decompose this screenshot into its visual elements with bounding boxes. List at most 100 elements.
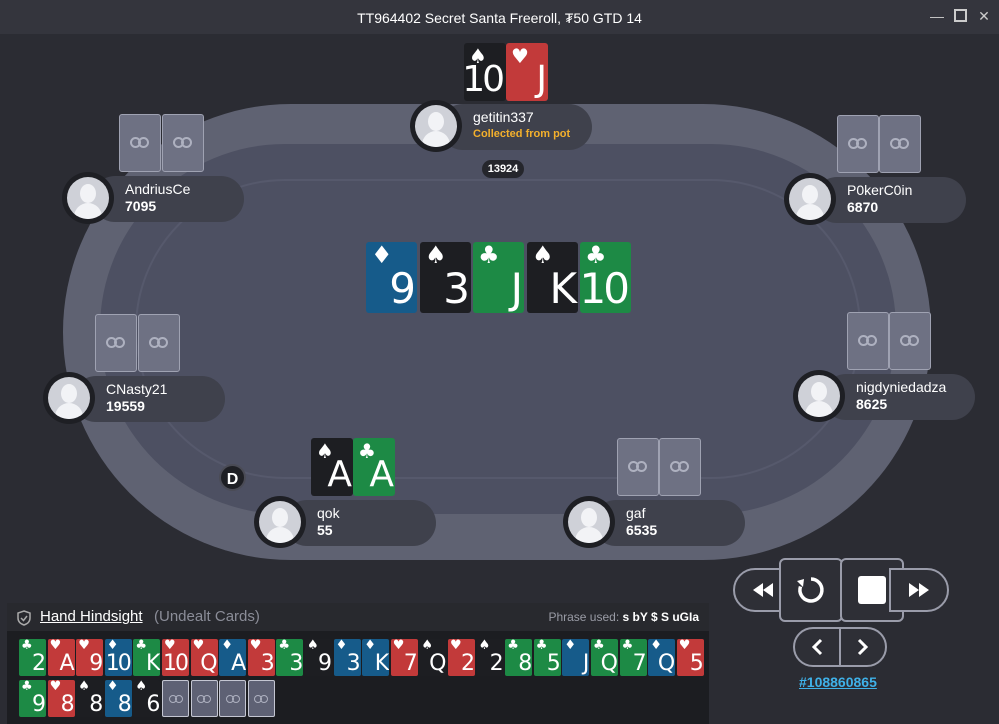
window-title: TT964402 Secret Santa Freeroll, ₮50 GTD … xyxy=(357,10,642,26)
card-rank: A xyxy=(59,651,75,676)
player-stack: 6870 xyxy=(847,199,879,215)
seat-plate xyxy=(284,500,436,546)
board-card: ♠ K xyxy=(527,242,578,313)
card-suit: ♣ xyxy=(278,639,291,653)
card-rank: 9 xyxy=(89,651,103,676)
replay-button[interactable] xyxy=(779,558,843,622)
card-rank: 2 xyxy=(32,651,46,676)
card-rank: 3 xyxy=(346,651,361,676)
seat-gaf[interactable]: gaf 6535 xyxy=(563,496,745,548)
game-stage: ♠ 10 ♥ J getitin337 Collected from pot 139… xyxy=(0,34,999,724)
card-suit: ♣ xyxy=(507,639,519,653)
card-suit: ♣ xyxy=(21,680,33,694)
undealt-card: ♦ 3 xyxy=(333,639,361,676)
player-stack: 8625 xyxy=(856,396,888,412)
step-forward-icon xyxy=(857,638,869,656)
card-suit: ♠ xyxy=(478,639,491,653)
felt-line xyxy=(135,179,861,479)
replay-icon xyxy=(797,577,824,603)
card-suit: ♥ xyxy=(392,639,405,653)
card-back xyxy=(95,314,137,372)
undealt-card: ♥ 7 xyxy=(390,639,418,676)
card-rank: 8 xyxy=(60,692,75,717)
step-back-button[interactable] xyxy=(793,627,841,667)
undealt-card: ♦ 10 xyxy=(104,639,132,676)
undealt-card: ♦ Q xyxy=(648,639,676,676)
card-rank: 10 xyxy=(105,651,132,676)
board-card: ♣ 10 xyxy=(580,242,631,313)
step-back-icon xyxy=(811,638,823,656)
seat-andriusce[interactable]: AndriusCe 7095 xyxy=(62,172,244,224)
board-card: ♣ J xyxy=(473,242,524,313)
card-suit: ♣ xyxy=(21,639,33,653)
player-card: ♠ A xyxy=(311,438,353,496)
card-suit: ♦ xyxy=(106,680,119,694)
card-suit: ♥ xyxy=(249,639,262,653)
player-name: nigdyniedadza xyxy=(856,379,947,395)
card-rank: 6 xyxy=(146,692,160,717)
card-rank: 8 xyxy=(117,692,132,717)
hindsight-title[interactable]: Hand Hindsight xyxy=(40,608,143,625)
card-suit: ♦ xyxy=(564,639,577,653)
player-card: ♥ J xyxy=(506,43,548,101)
stop-icon xyxy=(858,576,886,604)
card-rank: 2 xyxy=(461,651,475,676)
seat-p0kerc0in[interactable]: P0kerC0in 6870 xyxy=(784,173,966,225)
close-icon[interactable]: ✕ xyxy=(977,8,991,24)
card-rank: 5 xyxy=(546,651,561,676)
undealt-card: ♦ J xyxy=(562,639,590,676)
card-back xyxy=(847,312,889,370)
card-suit: ♦ xyxy=(335,639,348,653)
undealt-card: ♣ 2 xyxy=(19,639,46,676)
undealt-card: ♣ Q xyxy=(591,639,618,676)
step-forward-button[interactable] xyxy=(839,627,887,667)
undealt-card-back xyxy=(190,680,218,717)
maximize-icon[interactable] xyxy=(954,9,967,22)
hand-hindsight-panel: Hand Hindsight (Undealt Cards) Phrase us… xyxy=(7,603,709,724)
undealt-card: ♦ 8 xyxy=(104,680,132,717)
seat-cnasty21[interactable]: CNasty21 19559 xyxy=(43,372,225,424)
card-rank: 9 xyxy=(32,692,46,717)
undealt-card: ♣ 8 xyxy=(505,639,533,676)
undealt-card: ♥ Q xyxy=(190,639,218,676)
undealt-card: ♥ A xyxy=(47,639,75,676)
card-rank: 7 xyxy=(632,651,647,676)
card-rank: 3 xyxy=(260,651,275,676)
player-name: qok xyxy=(317,505,340,521)
undealt-card: ♠ 6 xyxy=(133,680,161,717)
undealt-card: ♦ A xyxy=(219,639,247,676)
undealt-card-back xyxy=(247,680,275,717)
card-suit: ♣ xyxy=(535,639,548,653)
undealt-card: ♥ 5 xyxy=(676,639,704,676)
player-stack: 6535 xyxy=(626,522,658,538)
card-rank: 8 xyxy=(518,651,532,676)
hindsight-subtitle: (Undealt Cards) xyxy=(154,608,260,625)
hand-id-link[interactable]: #108860865 xyxy=(799,674,877,690)
card-rank: 9 xyxy=(318,651,332,676)
card-rank: Q xyxy=(600,651,618,676)
seat-nigdyniedadza[interactable]: nigdyniedadza 8625 xyxy=(793,370,975,422)
undealt-card: ♣ 3 xyxy=(276,639,304,676)
undealt-card: ♥ 9 xyxy=(76,639,104,676)
card-back xyxy=(889,312,931,370)
card-back xyxy=(138,314,180,372)
card-rank: J xyxy=(582,651,589,676)
player-name: AndriusCe xyxy=(125,181,191,197)
undealt-card: ♠ 9 xyxy=(305,639,332,676)
shield-icon xyxy=(17,610,31,626)
card-suit: ♥ xyxy=(49,680,62,694)
card-rank: 8 xyxy=(89,692,103,717)
fast-forward-button[interactable] xyxy=(889,568,949,612)
undealt-card: ♥ 2 xyxy=(448,639,475,676)
avatar xyxy=(793,370,845,422)
board-card: ♠ 3 xyxy=(420,242,471,313)
seat-qok[interactable]: qok 55 xyxy=(254,496,436,548)
player-card: ♣ A xyxy=(353,438,395,496)
minimize-icon[interactable]: — xyxy=(930,8,944,24)
card-suit: ♥ xyxy=(450,639,462,653)
seat-getitin337[interactable]: getitin337 Collected from pot xyxy=(410,100,592,152)
rewind-icon xyxy=(753,583,773,597)
fast-forward-icon xyxy=(909,583,929,597)
card-suit: ♠ xyxy=(78,680,90,694)
player-stack: 7095 xyxy=(125,198,157,214)
